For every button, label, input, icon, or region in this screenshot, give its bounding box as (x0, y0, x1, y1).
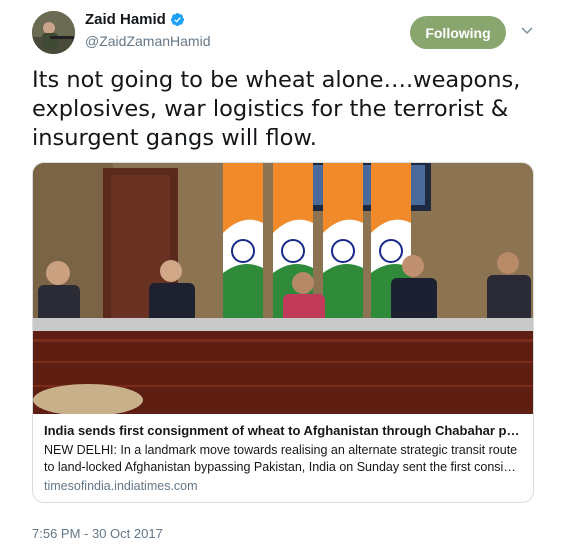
display-name[interactable]: Zaid Hamid (85, 11, 166, 28)
card-image (33, 163, 533, 414)
avatar-image (32, 11, 75, 54)
chevron-down-icon[interactable] (520, 26, 534, 36)
card-domain: timesofindia.indiatimes.com (44, 479, 198, 493)
tweet-timestamp[interactable]: 7:56 PM - 30 Oct 2017 (32, 526, 163, 541)
avatar[interactable] (32, 11, 75, 54)
card-title[interactable]: India sends first consignment of wheat t… (44, 422, 526, 439)
following-button[interactable]: Following (410, 16, 506, 49)
verified-badge-icon (170, 12, 184, 27)
user-handle[interactable]: @ZaidZamanHamid (85, 33, 210, 49)
tweet-text: Its not going to be wheat alone….weapons… (32, 67, 521, 151)
link-card[interactable]: India sends first consignment of wheat t… (32, 162, 534, 503)
card-description: NEW DELHI: In a landmark move towards re… (44, 443, 518, 474)
